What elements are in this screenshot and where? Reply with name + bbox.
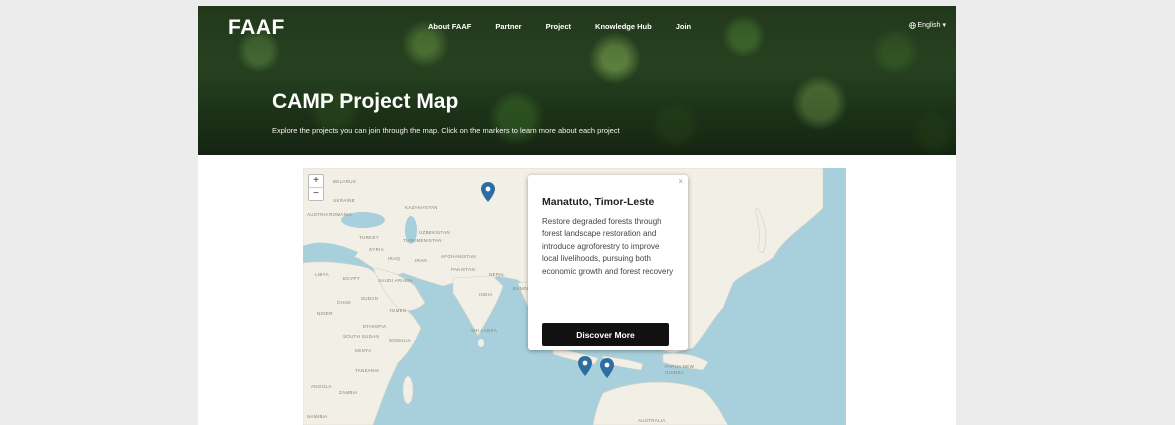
map-label: Syria: [369, 247, 385, 252]
language-label: English: [917, 21, 941, 29]
page-subtitle: Explore the projects you can join throug…: [272, 126, 620, 135]
map-label: Pakistan: [451, 267, 475, 272]
zoom-in-button[interactable]: +: [309, 175, 323, 187]
map-label: Niger: [317, 311, 333, 316]
map-label: Turkmenistan: [403, 238, 442, 243]
nav-join[interactable]: Join: [676, 22, 691, 31]
map-label: Uzbekistan: [419, 230, 450, 235]
map-label: Somalia: [389, 338, 412, 343]
map-label: Angola: [311, 384, 332, 389]
map-label: Zambia: [339, 390, 358, 395]
map-label: Sudan: [361, 296, 379, 301]
map-label: Saudi Arabia: [378, 278, 413, 283]
map-label: Nepal: [489, 272, 505, 277]
close-icon[interactable]: ×: [678, 177, 683, 186]
map-label: Namibia: [307, 414, 328, 419]
map-label: India: [479, 292, 493, 297]
map-label: South Sudan: [343, 334, 380, 339]
map-label: Iraq: [388, 256, 401, 261]
project-popup: × Manatuto, Timor-Leste Restore degraded…: [528, 175, 688, 350]
map-label: Ethiopia: [363, 324, 387, 329]
hero-banner: FAAF About FAAF Partner Project Knowledg…: [198, 6, 956, 155]
map-label: Ukraine: [333, 198, 356, 203]
nav-partner[interactable]: Partner: [495, 22, 521, 31]
page-title: CAMP Project Map: [272, 90, 459, 113]
nav-knowledge-hub[interactable]: Knowledge Hub: [595, 22, 652, 31]
globe-icon: [908, 21, 916, 29]
main-nav: About FAAF Partner Project Knowledge Hub…: [428, 22, 691, 31]
map-label: Australia: [638, 418, 666, 423]
map-label: Sri Lanka: [471, 328, 498, 333]
map-label: Kazakhstan: [405, 205, 438, 210]
map-label: Afghanistan: [441, 254, 476, 259]
discover-more-button[interactable]: Discover More: [542, 323, 669, 346]
map-label: Egypt: [343, 276, 360, 281]
map-label: Libya: [315, 272, 329, 277]
project-map[interactable]: Belarus Ukraine Romania Austria Turkey S…: [303, 168, 846, 425]
zoom-out-button[interactable]: −: [309, 187, 323, 200]
map-pin-icon[interactable]: [481, 182, 495, 202]
map-label: Yemen: [389, 308, 407, 313]
popup-description: Restore degraded forests through forest …: [542, 217, 674, 276]
nav-about[interactable]: About FAAF: [428, 22, 471, 31]
map-label: Turkey: [359, 235, 380, 240]
map-label: Austria: [307, 212, 329, 217]
map-label: Kenya: [355, 348, 372, 353]
map-pin-icon[interactable]: [578, 356, 592, 376]
language-selector[interactable]: English ▾: [908, 21, 946, 29]
map-label: Tanzania: [355, 368, 380, 373]
page-container: FAAF About FAAF Partner Project Knowledg…: [198, 6, 956, 425]
map-pin-icon[interactable]: [600, 358, 614, 378]
map-label: Romania: [329, 212, 353, 217]
nav-project[interactable]: Project: [546, 22, 571, 31]
popup-title: Manatuto, Timor-Leste: [542, 196, 655, 208]
chevron-down-icon: ▾: [942, 22, 946, 29]
map-label: Iran: [415, 258, 427, 263]
faaf-logo[interactable]: FAAF: [228, 16, 285, 40]
map-label: Belarus: [333, 179, 357, 184]
map-label: Papua New Guinea: [665, 364, 695, 375]
zoom-control: + −: [308, 174, 324, 201]
map-label: Chad: [337, 300, 351, 305]
